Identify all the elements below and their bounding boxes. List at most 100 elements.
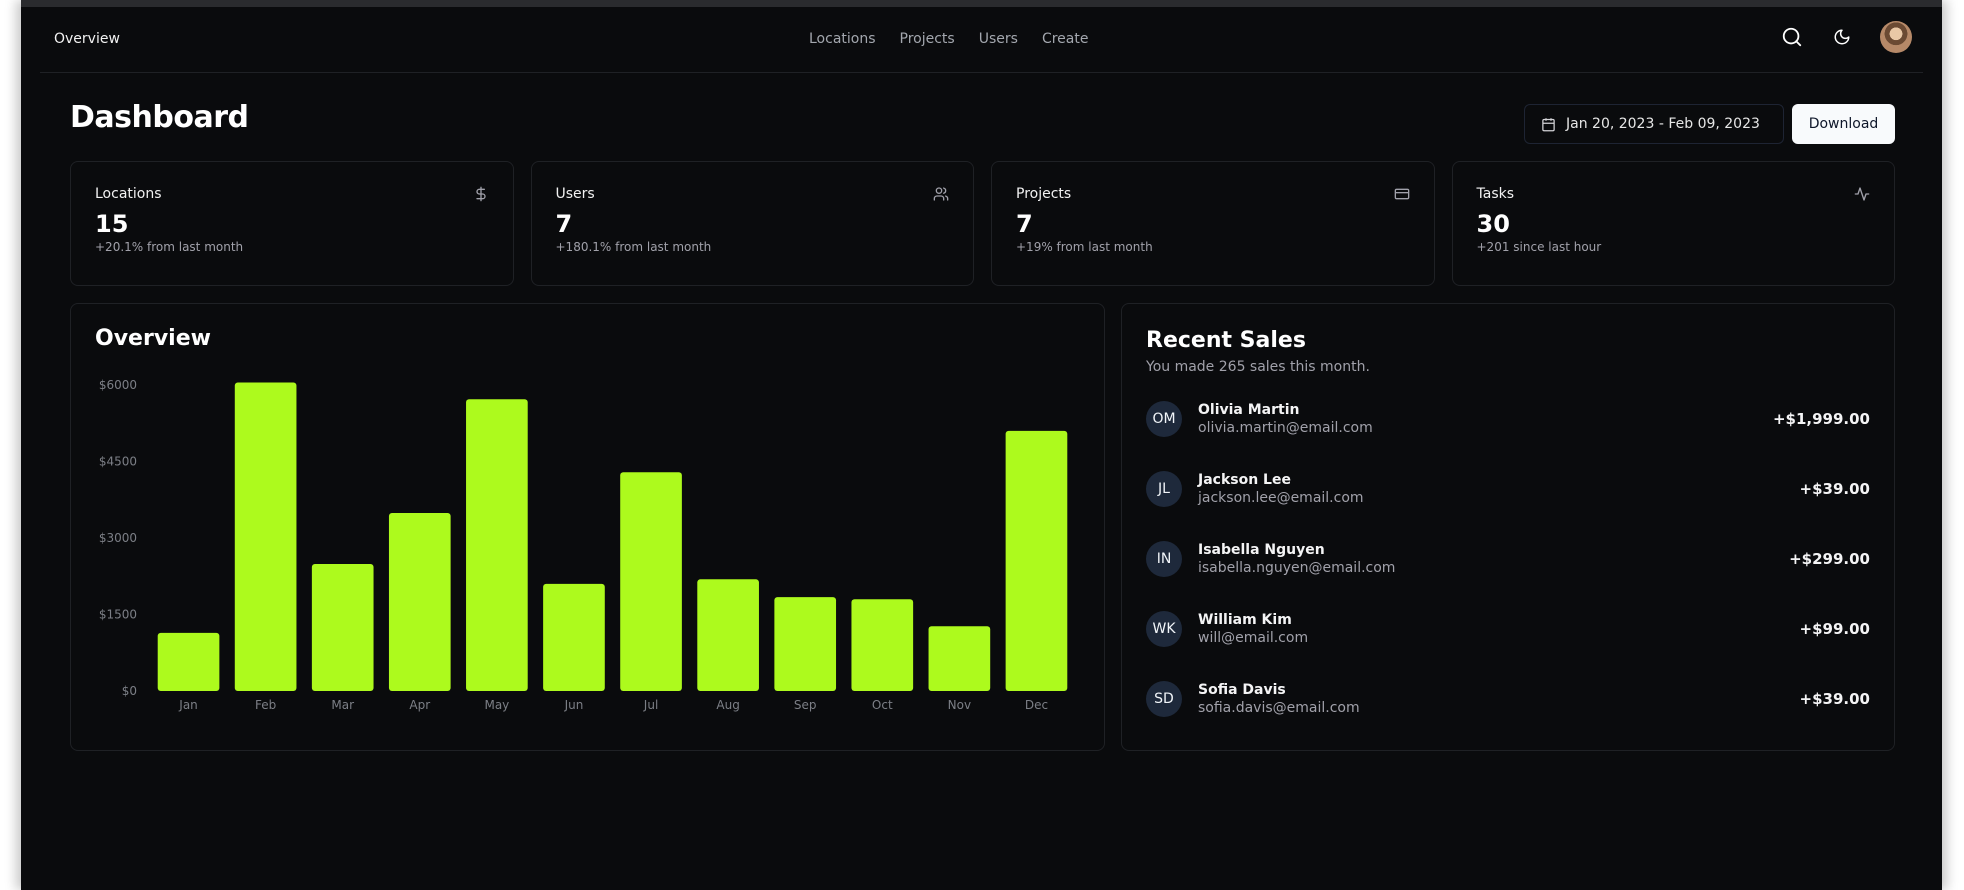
sale-amount: +$39.00 xyxy=(1799,480,1870,498)
nav-link-locations[interactable]: Locations xyxy=(809,31,876,47)
avatar: WK xyxy=(1146,611,1182,647)
avatar: SD xyxy=(1146,681,1182,717)
x-tick-label: Dec xyxy=(1025,698,1048,712)
card-subtext: +20.1% from last month xyxy=(95,240,244,254)
x-tick-label: Mar xyxy=(331,698,354,712)
download-button[interactable]: Download xyxy=(1792,104,1895,144)
top-navigation: Overview Locations Projects Users Create xyxy=(21,7,1942,72)
x-tick-label: May xyxy=(484,698,509,712)
nav-links: Locations Projects Users Create xyxy=(809,31,1088,47)
x-tick-label: Jun xyxy=(564,698,584,712)
card-value: 7 xyxy=(1016,210,1033,238)
nav-actions xyxy=(1780,21,1912,53)
bar-dec xyxy=(1005,430,1068,691)
bar-jun xyxy=(543,583,605,691)
bar-sep xyxy=(774,597,837,691)
overview-chart-panel: Overview $0 $1500 $3000 $4500 $6000 Jan Feb Mar… xyxy=(70,303,1105,751)
avatar: OM xyxy=(1146,401,1182,437)
y-tick-label: $0 xyxy=(122,684,137,698)
sale-amount: +$1,999.00 xyxy=(1772,410,1870,428)
calendar-icon xyxy=(1542,117,1555,131)
bar-apr xyxy=(388,513,451,691)
sale-item: SD Sofia Davis sofia.davis@email.com +$3… xyxy=(1146,679,1870,719)
search-icon xyxy=(1782,27,1802,47)
sale-item: JL Jackson Lee jackson.lee@email.com +$3… xyxy=(1146,469,1870,509)
window-top-strip xyxy=(21,0,1942,7)
bar-feb xyxy=(234,382,297,691)
sale-item: OM Olivia Martin olivia.martin@email.com… xyxy=(1146,399,1870,439)
stat-card-projects: Projects 7 +19% from last month xyxy=(991,161,1435,286)
card-title: Users xyxy=(555,186,595,202)
bar-aug xyxy=(697,579,759,691)
customer-name: Olivia Martin xyxy=(1198,402,1300,418)
stat-card-locations: Locations 15 +20.1% from last month xyxy=(70,161,514,286)
bar-mar xyxy=(311,564,374,691)
card-value: 15 xyxy=(95,210,129,238)
bar-nov xyxy=(928,626,991,691)
users-icon xyxy=(933,187,949,201)
x-tick-label: Nov xyxy=(948,698,971,712)
card-title: Locations xyxy=(95,186,162,202)
card-value: 30 xyxy=(1476,210,1510,238)
bar-jul xyxy=(620,472,682,691)
nav-link-users[interactable]: Users xyxy=(979,31,1018,47)
sale-item: WK William Kim will@email.com +$99.00 xyxy=(1146,609,1870,649)
nav-divider xyxy=(40,72,1923,73)
customer-email: will@email.com xyxy=(1198,630,1309,646)
y-tick-label: $6000 xyxy=(99,378,137,392)
x-tick-label: Sep xyxy=(794,698,817,712)
stats-cards: Locations 15 +20.1% from last month User… xyxy=(70,161,1895,286)
avatar: IN xyxy=(1146,541,1182,577)
date-range-label: Jan 20, 2023 - Feb 09, 2023 xyxy=(1566,116,1760,132)
nav-link-projects[interactable]: Projects xyxy=(900,31,955,47)
x-tick-label: Apr xyxy=(409,698,430,712)
sale-item: IN Isabella Nguyen isabella.nguyen@email… xyxy=(1146,539,1870,579)
card-title: Tasks xyxy=(1476,186,1515,202)
sale-amount: +$299.00 xyxy=(1789,550,1870,568)
nav-link-create[interactable]: Create xyxy=(1042,31,1089,47)
moon-icon xyxy=(1834,29,1850,45)
customer-email: sofia.davis@email.com xyxy=(1198,700,1360,716)
search-button[interactable] xyxy=(1780,25,1804,49)
x-tick-label: Feb xyxy=(255,698,276,712)
page-title: Dashboard xyxy=(70,100,249,135)
card-subtext: +19% from last month xyxy=(1016,240,1153,254)
customer-name: Jackson Lee xyxy=(1198,472,1291,488)
x-tick-label: Oct xyxy=(872,698,893,712)
customer-name: Isabella Nguyen xyxy=(1198,542,1325,558)
x-tick-label: Aug xyxy=(716,698,739,712)
avatar: JL xyxy=(1146,471,1182,507)
date-range-picker[interactable]: Jan 20, 2023 - Feb 09, 2023 xyxy=(1524,104,1784,144)
card-value: 7 xyxy=(555,210,573,238)
x-tick-label: Jul xyxy=(643,698,658,712)
stat-card-tasks: Tasks 30 +201 since last hour xyxy=(1451,161,1895,286)
recent-sales-subtitle: You made 265 sales this month. xyxy=(1146,359,1370,375)
bar-may xyxy=(466,399,528,691)
bar-chart: $0 $1500 $3000 $4500 $6000 Jan Feb Mar Apr May Jun… xyxy=(99,378,1068,712)
y-tick-label: $4500 xyxy=(99,455,137,469)
sale-amount: +$39.00 xyxy=(1799,690,1870,708)
app-window: Overview Locations Projects Users Create… xyxy=(21,0,1942,890)
nav-overview-link[interactable]: Overview xyxy=(54,31,120,47)
x-tick-label: Jan xyxy=(178,698,198,712)
customer-name: Sofia Davis xyxy=(1198,682,1286,698)
card-subtext: +180.1% from last month xyxy=(555,240,712,254)
customer-email: jackson.lee@email.com xyxy=(1198,490,1364,506)
card-title: Projects xyxy=(1016,186,1072,202)
recent-sales-panel: Recent Sales You made 265 sales this mon… xyxy=(1121,303,1895,751)
stat-card-users: Users 7 +180.1% from last month xyxy=(530,161,974,286)
customer-name: William Kim xyxy=(1198,612,1292,628)
customer-email: olivia.martin@email.com xyxy=(1198,420,1373,436)
user-avatar[interactable] xyxy=(1880,21,1912,53)
theme-toggle-button[interactable] xyxy=(1830,25,1854,49)
credit-card-icon xyxy=(1394,188,1409,200)
bar-oct xyxy=(851,599,914,691)
recent-sales-title: Recent Sales xyxy=(1146,328,1306,353)
y-tick-label: $3000 xyxy=(99,531,137,545)
activity-icon xyxy=(1854,187,1870,201)
y-tick-label: $1500 xyxy=(99,608,137,622)
customer-email: isabella.nguyen@email.com xyxy=(1198,560,1396,576)
card-subtext: +201 since last hour xyxy=(1476,240,1602,254)
dollar-icon xyxy=(475,186,486,202)
sale-amount: +$99.00 xyxy=(1799,620,1870,638)
